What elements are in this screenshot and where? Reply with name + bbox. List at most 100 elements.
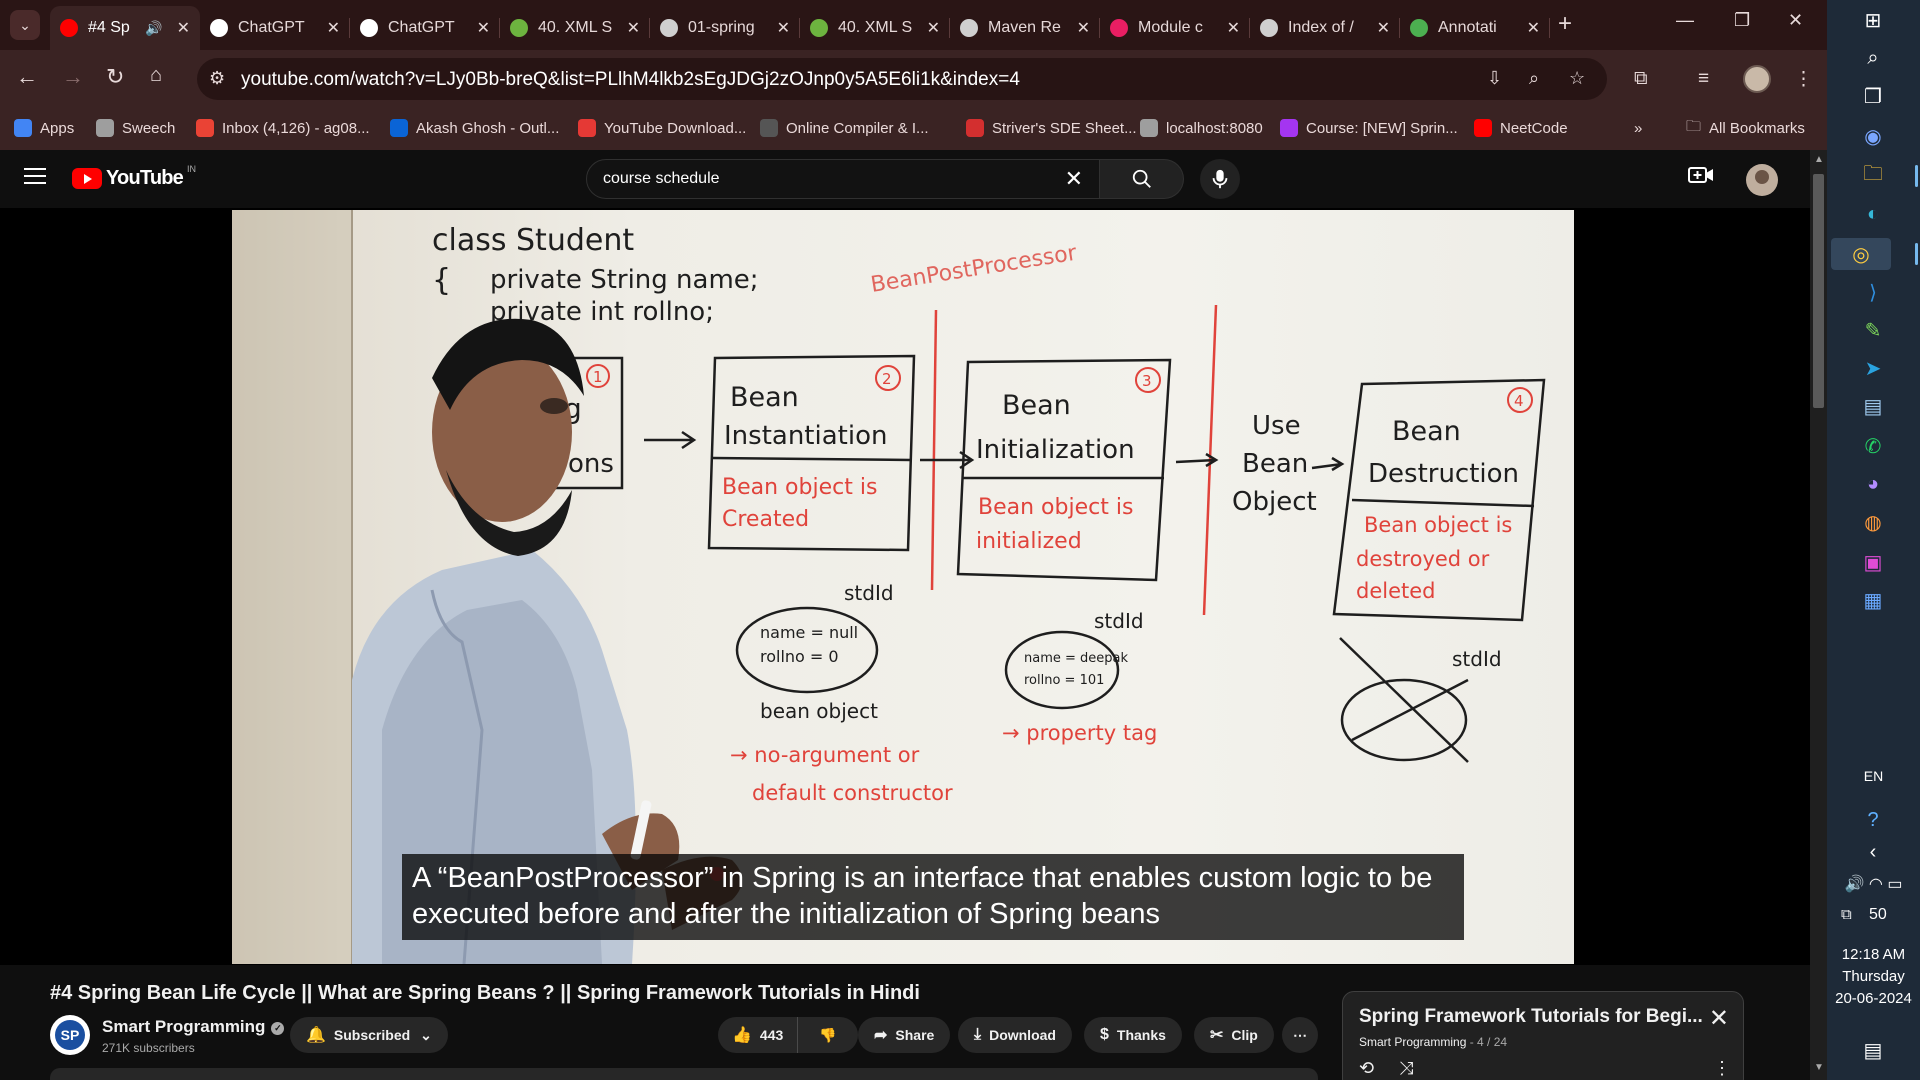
github-icon[interactable]: ◕ [1853,468,1893,500]
bookmark-item[interactable]: Online Compiler & I... [760,116,929,140]
browser-profile-avatar[interactable] [1743,65,1771,93]
whatsapp-icon[interactable]: ✆ [1853,430,1893,462]
scroll-thumb[interactable] [1813,174,1824,408]
dislike-button[interactable]: 👎 [798,1017,858,1053]
account-avatar[interactable] [1746,164,1778,196]
tab-search-button[interactable]: ⌄ [10,10,40,40]
windows-start-icon[interactable]: ⊞ [1853,4,1893,36]
channel-name-link[interactable]: Smart Programming ✓ [102,1017,285,1037]
bookmark-item[interactable]: Akash Ghosh - Outl... [390,116,559,140]
browser-tab[interactable]: #4 Sp 🔊 ✕ [50,6,200,50]
browser-tab[interactable]: 40. XML S ✕ [500,6,650,50]
chrome-icon[interactable]: ◎ [1831,238,1891,270]
sticky-notes-icon[interactable]: ▤ [1853,390,1893,422]
close-window-icon[interactable]: ✕ [1788,10,1803,31]
create-video-button[interactable] [1688,164,1714,191]
chevron-left-icon[interactable]: ‹ [1853,836,1893,868]
photos-icon[interactable]: ▦ [1853,584,1893,616]
browser-tab[interactable]: 40. XML S ✕ [800,6,950,50]
close-tab-icon[interactable]: ✕ [177,18,190,38]
close-tab-icon[interactable]: ✕ [1377,18,1390,38]
playlist-menu-icon[interactable]: ⋮ [1713,1058,1731,1079]
browser-tab[interactable]: Index of / ✕ [1250,6,1400,50]
subscribed-button[interactable]: 🔔 Subscribed ⌄ [290,1017,448,1053]
bookmark-item[interactable]: Striver's SDE Sheet... [966,116,1137,140]
install-app-icon[interactable]: ⇩ [1487,68,1502,89]
restore-icon[interactable]: ❐ [1734,10,1750,31]
channel-avatar[interactable]: SP [50,1015,90,1055]
close-tab-icon[interactable]: ✕ [777,18,790,38]
language-indicator[interactable]: EN [1827,768,1920,784]
bookmark-item[interactable]: NeetCode [1474,116,1568,140]
task-view-icon[interactable]: ❐ [1853,80,1893,112]
video-frame[interactable]: class Student { private String name; pri… [232,210,1574,964]
close-tab-icon[interactable]: ✕ [927,18,940,38]
browser-tab[interactable]: ChatGPT ✕ [200,6,350,50]
bookmark-star-icon[interactable]: ☆ [1569,68,1585,89]
menu-icon[interactable] [24,168,46,189]
media-controls-icon[interactable]: ≡ [1698,68,1709,90]
file-explorer-icon[interactable]: 🗀 [1853,160,1893,192]
description-box[interactable] [50,1068,1318,1080]
notification-badge-icon[interactable]: ⧉ [1841,906,1852,923]
new-tab-button[interactable]: + [1558,10,1572,38]
browser-tab[interactable]: 01-spring ✕ [650,6,800,50]
browser-tab[interactable]: Annotati ✕ [1400,6,1550,50]
close-tab-icon[interactable]: ✕ [1527,18,1540,38]
more-actions-button[interactable]: ⋯ [1282,1017,1318,1053]
loop-icon[interactable]: ⟲ [1359,1058,1374,1079]
close-tab-icon[interactable]: ✕ [327,18,340,38]
url-text[interactable]: youtube.com/watch?v=LJy0Bb-breQ&list=PLl… [241,69,1020,91]
music-app-icon[interactable]: ◍ [1853,506,1893,538]
site-info-icon[interactable]: ⚙ [209,68,225,89]
media-app-icon[interactable]: ◉ [1853,120,1893,152]
clock-date[interactable]: 20-06-2024 [1827,990,1920,1007]
telegram-icon[interactable]: ➤ [1853,352,1893,384]
channel-name[interactable]: Smart Programming [102,1017,265,1036]
voice-search-button[interactable] [1200,159,1240,199]
edge-icon[interactable]: ◐ [1853,198,1893,230]
youtube-logo[interactable]: YouTube IN [72,164,196,190]
share-button[interactable]: ➦ Share [858,1017,951,1053]
home-icon[interactable]: ⌂ [150,64,162,87]
browser-tab[interactable]: Maven Re ✕ [950,6,1100,50]
search-input[interactable]: course schedule ✕ [586,159,1100,199]
back-icon[interactable]: ← [16,64,38,90]
video-player[interactable]: class Student { private String name; pri… [0,208,1810,965]
browser-tab[interactable]: ChatGPT ✕ [350,6,500,50]
bookmark-item[interactable]: YouTube Download... [578,116,746,140]
close-playlist-icon[interactable]: ✕ [1709,1004,1729,1033]
zoom-icon[interactable]: ⌕ [1529,68,1539,89]
browser-menu-icon[interactable]: ⋮ [1794,68,1813,91]
forward-icon[interactable]: → [62,64,84,90]
close-tab-icon[interactable]: ✕ [1077,18,1090,38]
scroll-down-icon[interactable]: ▼ [1814,1062,1824,1073]
notification-center-icon[interactable]: ▤ [1853,1034,1893,1066]
bookmark-item[interactable]: Apps [14,116,74,140]
tray-icons[interactable]: 🔊 ◠ ▭ [1827,874,1920,894]
bookmark-item[interactable]: Inbox (4,126) - ag08... [196,116,370,140]
media-player-icon[interactable]: ▣ [1853,546,1893,578]
browser-tab[interactable]: Module c ✕ [1100,6,1250,50]
page-scrollbar[interactable]: ▲ ▼ [1810,150,1827,1080]
playlist-channel[interactable]: Smart Programming [1359,1035,1466,1049]
clip-button[interactable]: ✂ Clip [1194,1017,1274,1053]
search-icon[interactable]: ⌕ [1853,42,1893,74]
search-button[interactable] [1100,159,1184,199]
search-query-text[interactable]: course schedule [603,170,720,188]
like-button[interactable]: 👍 443 [718,1017,799,1053]
close-tab-icon[interactable]: ✕ [477,18,490,38]
reload-icon[interactable]: ↻ [106,64,124,90]
help-icon[interactable]: ? [1853,804,1893,836]
clock-time[interactable]: 12:18 AM [1827,946,1920,963]
extensions-icon[interactable]: ⧉ [1634,68,1648,90]
close-tab-icon[interactable]: ✕ [627,18,640,38]
tab-audio-icon[interactable]: 🔊 [145,20,162,37]
notepad-icon[interactable]: ✎ [1853,314,1893,346]
all-bookmarks-button[interactable]: 🗀 All Bookmarks [1686,116,1805,140]
bookmarks-overflow-button[interactable]: » [1634,116,1642,140]
minimize-icon[interactable]: — [1676,10,1694,31]
scroll-up-icon[interactable]: ▲ [1814,154,1824,165]
clear-search-icon[interactable]: ✕ [1065,166,1083,192]
bookmark-item[interactable]: Course: [NEW] Sprin... [1280,116,1458,140]
